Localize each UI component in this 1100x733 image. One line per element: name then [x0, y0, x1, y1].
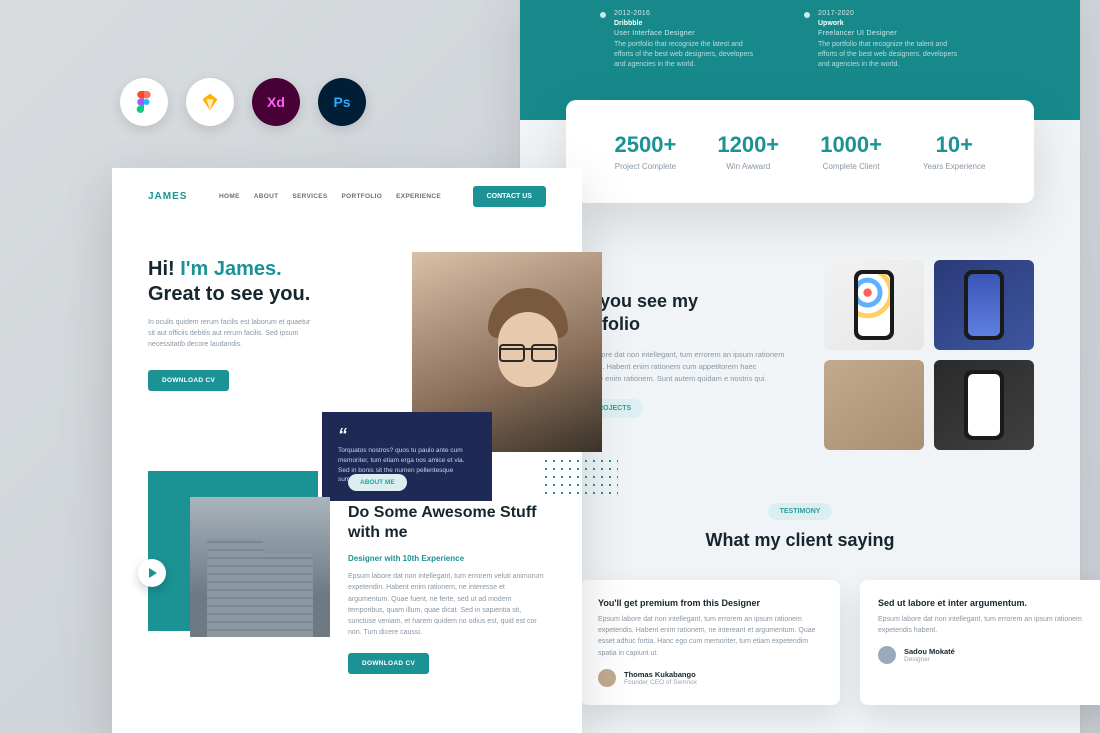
xd-icon: Xd [252, 78, 300, 126]
mockup-right: 2012-2016 Dribbble User Interface Design… [520, 0, 1080, 733]
quote-icon: “ [338, 426, 476, 444]
testimony-badge: TESTIMONY [768, 503, 833, 520]
hero-description: In oculis quidem rerum facilis est labor… [148, 317, 318, 351]
portfolio-image[interactable] [934, 360, 1034, 450]
about-badge: ABOUT ME [348, 474, 407, 491]
testimony-title: What my client saying [520, 530, 1080, 551]
portfolio-grid [824, 260, 1034, 450]
testimonial-card: You'll get premium from this Designer Ep… [580, 580, 840, 705]
mockup-left: JAMES HOME ABOUT SERVICES PORTFOLIO EXPE… [112, 168, 582, 733]
stat-value: 1200+ [717, 132, 779, 158]
logo[interactable]: JAMES [148, 191, 187, 202]
stat-value: 10+ [923, 132, 985, 158]
about-subtitle: Designer with 10th Experience [348, 554, 546, 563]
nav-portfolio[interactable]: PORTFOLIO [342, 193, 383, 200]
stat-value: 1000+ [820, 132, 882, 158]
sketch-icon [186, 78, 234, 126]
download-cv-button[interactable]: DOWNLOAD CV [148, 370, 229, 391]
portfolio-image[interactable] [934, 260, 1034, 350]
contact-button[interactable]: CONTACT US [473, 186, 546, 207]
main-nav: HOME ABOUT SERVICES PORTFOLIO EXPERIENCE [219, 193, 441, 200]
figma-icon [120, 78, 168, 126]
avatar [598, 669, 616, 687]
testimonial-card: Sed ut labore et inter argumentum. Epsum… [860, 580, 1100, 705]
stat-value: 2500+ [615, 132, 677, 158]
nav-services[interactable]: SERVICES [292, 193, 327, 200]
play-icon[interactable] [138, 559, 166, 587]
nav-home[interactable]: HOME [219, 193, 240, 200]
experience-timeline: 2012-2016 Dribbble User Interface Design… [600, 10, 1040, 69]
timeline-item: 2012-2016 Dribbble User Interface Design… [600, 10, 764, 69]
photoshop-icon: Ps [318, 78, 366, 126]
about-description: Epsum labore dat non intellegant, tum er… [348, 571, 546, 638]
avatar [878, 646, 896, 664]
portfolio-image[interactable] [824, 260, 924, 350]
tool-icons-row: Xd Ps [120, 78, 366, 126]
about-image [148, 471, 318, 631]
timeline-item: 2017-2020 Upwork Freelancer UI Designer … [804, 10, 968, 69]
portfolio-image[interactable] [824, 360, 924, 450]
stats-card: 2500+Project Complete 1200+Win Awward 10… [566, 100, 1034, 203]
nav-about[interactable]: ABOUT [254, 193, 279, 200]
nav-experience[interactable]: EXPERIENCE [396, 193, 441, 200]
download-cv-button[interactable]: DOWNLOAD CV [348, 653, 429, 674]
about-title: Do Some Awesome Stuff with me [348, 503, 546, 545]
